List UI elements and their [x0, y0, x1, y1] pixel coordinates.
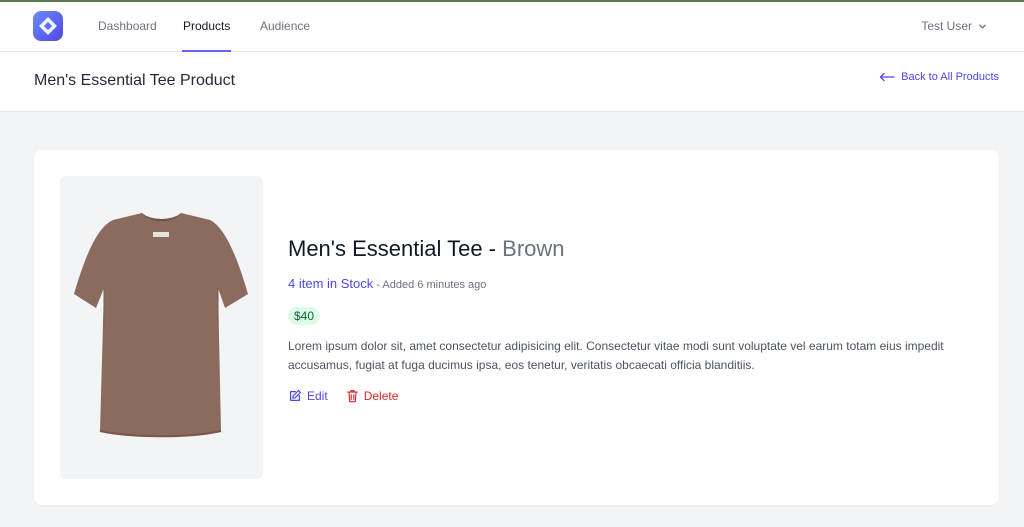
product-name: Men's Essential Tee -: [288, 236, 497, 261]
arrow-left-icon: [880, 72, 895, 82]
added-time: - Added 6 minutes ago: [373, 279, 487, 291]
delete-label: Delete: [363, 389, 399, 403]
delete-button[interactable]: Delete: [346, 389, 399, 403]
back-to-products-link[interactable]: Back to All Products: [879, 71, 999, 83]
product-description: Lorem ipsum dolor sit, amet consectetur …: [288, 339, 944, 372]
product-info: Men's Essential Tee - Brown 4 item in St…: [288, 238, 968, 403]
product-card: Men's Essential Tee - Brown 4 item in St…: [34, 150, 999, 505]
back-link-label: Back to All Products: [901, 71, 999, 83]
top-navbar: Dashboard Products Audience Test User: [0, 2, 1024, 52]
app-logo-icon[interactable]: [33, 11, 63, 41]
nav-link-audience[interactable]: Audience: [260, 2, 310, 52]
chevron-down-icon: [979, 24, 986, 29]
product-image: [60, 176, 263, 479]
product-title: Men's Essential Tee - Brown: [288, 238, 968, 260]
product-meta: 4 item in Stock - Added 6 minutes ago: [288, 275, 968, 294]
product-variant: Brown: [502, 236, 565, 261]
stock-count: 4 item in Stock: [288, 276, 374, 291]
price-badge: $40: [288, 307, 321, 325]
tshirt-image: [74, 213, 248, 438]
user-name: Test User: [921, 19, 972, 33]
pencil-icon: [290, 389, 302, 401]
page-title: Men's Essential Tee Product: [34, 72, 236, 89]
nav-link-products[interactable]: Products: [182, 2, 232, 52]
trash-icon: [346, 390, 358, 403]
user-menu[interactable]: Test User: [921, 2, 987, 50]
nav-link-dashboard[interactable]: Dashboard: [98, 2, 157, 52]
product-actions: Edit Delete: [288, 389, 968, 403]
edit-button[interactable]: Edit: [288, 389, 328, 403]
page-header: Men's Essential Tee Product Back to All …: [0, 52, 1024, 112]
edit-label: Edit: [307, 389, 328, 403]
